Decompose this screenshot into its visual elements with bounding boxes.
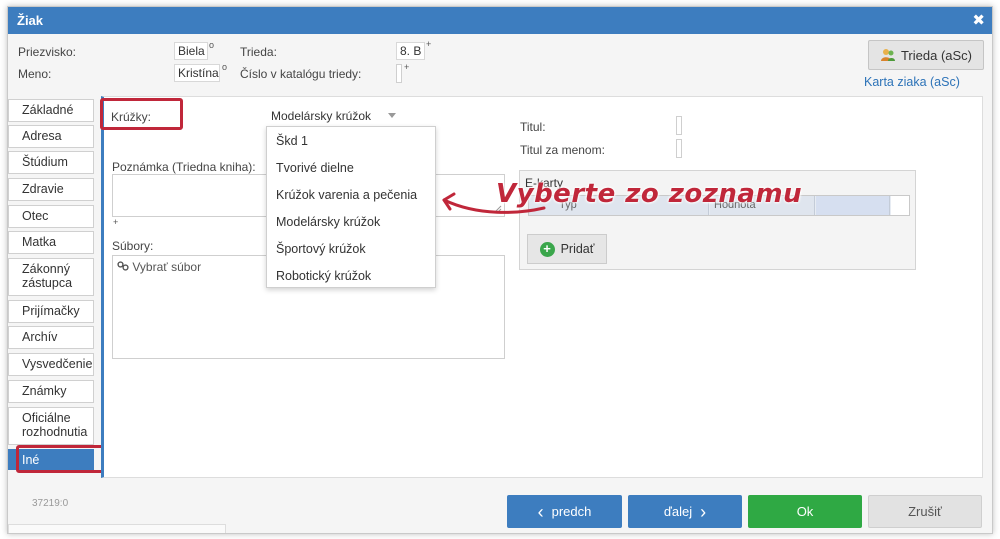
poznamka-label: Poznámka (Triedna kniha):: [112, 160, 256, 174]
poznamka-marker: +: [113, 217, 119, 227]
kruzky-highlight: [100, 98, 183, 130]
record-id: 37219:0: [32, 498, 69, 509]
pridat-label: Pridať: [560, 242, 595, 256]
tab-adresa[interactable]: Adresa: [8, 125, 94, 148]
dropdown-option[interactable]: Modelársky krúžok: [276, 215, 380, 229]
cislo-label: Číslo v katalógu triedy:: [240, 67, 362, 81]
titul-value[interactable]: [676, 116, 682, 135]
subory-label: Súbory:: [112, 239, 154, 253]
dialog-titlebar: Žiak ✖: [8, 7, 992, 34]
tab-oficialne-rozhodnutia[interactable]: Oficiálne rozhodnutia: [8, 407, 94, 445]
vybrat-subor-link[interactable]: Vybrať súbor: [117, 260, 201, 274]
titul-za-menom-value[interactable]: [676, 139, 682, 158]
tab-znamky[interactable]: Známky: [8, 380, 94, 403]
titul-za-menom-label: Titul za menom:: [520, 143, 605, 157]
dropdown-option[interactable]: Škd 1: [276, 134, 308, 148]
next-label: ďalej: [663, 504, 693, 519]
tab-prijimacky[interactable]: Prijímačky: [8, 300, 94, 323]
people-icon: [880, 49, 895, 61]
karta-ziaka-link[interactable]: Karta ziaka (aSc): [864, 75, 960, 89]
ok-label: Ok: [796, 504, 814, 519]
tab-zakonny-zastupca[interactable]: Zákonný zástupca: [8, 258, 94, 296]
tab-matka[interactable]: Matka: [8, 231, 94, 254]
close-icon[interactable]: ✖: [972, 11, 985, 29]
trieda-marker: +: [426, 39, 432, 49]
priezvisko-marker: o: [209, 40, 215, 50]
student-dialog: Žiak ✖ Priezvisko: Biela o Meno: Kristín…: [7, 6, 993, 534]
tab-vysvedcenie[interactable]: Vysvedčenie: [8, 353, 94, 376]
kruzky-selected-value: Modelársky krúžok: [271, 109, 372, 123]
ekarty-col-blank: [816, 196, 890, 215]
annotation-text: Vyberte zo zoznamu: [496, 179, 803, 209]
ekarty-col-end: [891, 196, 909, 215]
dropdown-option[interactable]: Robotický krúžok: [276, 269, 371, 283]
cancel-label: Zrušiť: [908, 504, 942, 519]
tab-otec[interactable]: Otec: [8, 205, 94, 228]
dropdown-option[interactable]: Krúžok varenia a pečenia: [276, 188, 417, 202]
dialog-title: Žiak: [17, 13, 44, 28]
link-icon: [117, 261, 129, 271]
meno-label: Meno:: [18, 67, 52, 81]
trieda-asc-label: Trieda (aSc): [900, 47, 973, 63]
chevron-down-icon: [388, 113, 396, 118]
titul-label: Titul:: [520, 120, 546, 134]
cislo-value[interactable]: [396, 64, 402, 83]
chevron-left-icon: ‹: [537, 501, 544, 522]
trieda-value: 8. B: [396, 42, 425, 60]
tab-studium[interactable]: Štúdium: [8, 151, 94, 174]
trieda-asc-button[interactable]: Trieda (aSc): [868, 40, 984, 70]
pridat-button[interactable]: + Pridať: [527, 234, 607, 264]
active-tab-highlight: [16, 445, 107, 473]
plus-icon: +: [539, 241, 555, 257]
kruzky-select[interactable]: Modelársky krúžok: [268, 108, 398, 126]
prev-label: predch: [551, 504, 592, 519]
status-strip: [8, 524, 226, 533]
chevron-right-icon: ›: [700, 501, 707, 522]
kruzky-dropdown-list: Škd 1 Tvorivé dielne Krúžok varenia a pe…: [266, 126, 436, 288]
priezvisko-value: Biela: [174, 42, 208, 60]
tab-zakladne[interactable]: Základné: [8, 99, 94, 122]
dropdown-option[interactable]: Tvorivé dielne: [276, 161, 354, 175]
cancel-button[interactable]: Zrušiť: [868, 495, 982, 528]
vybrat-subor-label: Vybrať súbor: [132, 260, 202, 274]
prev-button[interactable]: ‹ predch: [507, 495, 622, 528]
cislo-marker: +: [404, 62, 410, 72]
meno-marker: o: [222, 62, 228, 72]
priezvisko-label: Priezvisko:: [18, 45, 77, 59]
trieda-label: Trieda:: [240, 45, 277, 59]
dropdown-option[interactable]: Športový krúžok: [276, 242, 366, 256]
tab-zdravie[interactable]: Zdravie: [8, 178, 94, 201]
ok-button[interactable]: Ok: [748, 495, 862, 528]
tab-archiv[interactable]: Archív: [8, 326, 94, 349]
meno-value: Kristína: [174, 64, 220, 82]
next-button[interactable]: ďalej ›: [628, 495, 742, 528]
